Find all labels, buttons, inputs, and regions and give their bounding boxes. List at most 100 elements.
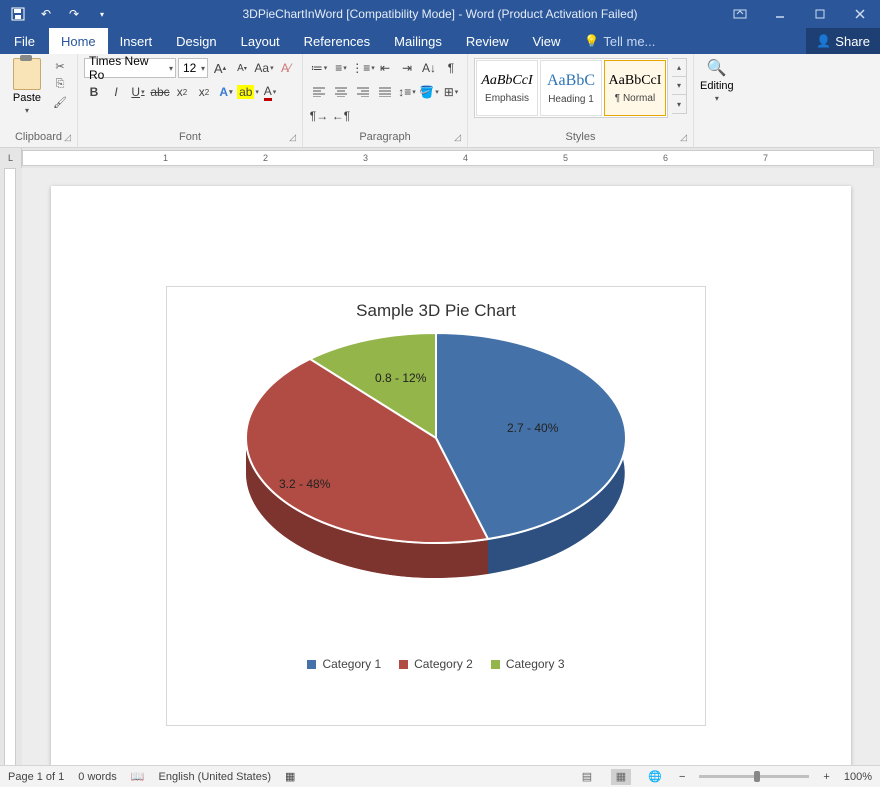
legend-swatch-icon — [399, 660, 408, 669]
tab-references[interactable]: References — [292, 28, 382, 54]
ltr-icon[interactable]: ¶→ — [309, 106, 329, 126]
align-left-icon[interactable] — [309, 82, 329, 102]
text-effects-icon[interactable]: A▾ — [216, 82, 236, 102]
shading-icon[interactable]: 🪣▾ — [419, 82, 439, 102]
tab-file[interactable]: File — [0, 28, 49, 54]
read-mode-icon[interactable]: ▤ — [577, 769, 597, 785]
numbering-icon[interactable]: ≡▾ — [331, 58, 351, 78]
chart-title: Sample 3D Pie Chart — [167, 287, 705, 329]
editing-button[interactable]: 🔍 Editing ▾ — [700, 58, 734, 103]
change-case-icon[interactable]: Aa▾ — [254, 58, 274, 78]
clipboard-launcher-icon[interactable]: ◿ — [64, 132, 71, 143]
grow-font-icon[interactable]: A▴ — [210, 58, 230, 78]
tab-design[interactable]: Design — [164, 28, 228, 54]
clear-formatting-icon[interactable]: A⁄ — [276, 58, 296, 78]
group-editing: 🔍 Editing ▾ — [694, 54, 740, 147]
status-page[interactable]: Page 1 of 1 — [8, 771, 64, 783]
font-launcher-icon[interactable]: ◿ — [289, 132, 296, 143]
rtl-icon[interactable]: ←¶ — [331, 106, 351, 126]
status-words[interactable]: 0 words — [78, 771, 117, 783]
ribbon-tabs: File Home Insert Design Layout Reference… — [0, 28, 880, 54]
document-page: Sample 3D Pie Chart — [51, 186, 851, 770]
save-icon[interactable] — [6, 2, 30, 26]
editing-label: Editing — [700, 80, 734, 92]
styles-down-icon[interactable]: ▾ — [672, 77, 686, 95]
tab-insert[interactable]: Insert — [108, 28, 165, 54]
title-bar: ↶ ↷ ▾ 3DPieChartInWord [Compatibility Mo… — [0, 0, 880, 28]
shrink-font-icon[interactable]: A▾ — [232, 58, 252, 78]
ribbon-options-icon[interactable] — [720, 2, 760, 26]
chart-object[interactable]: Sample 3D Pie Chart — [166, 286, 706, 726]
line-spacing-icon[interactable]: ↕≡▾ — [397, 82, 417, 102]
tab-view[interactable]: View — [520, 28, 572, 54]
align-right-icon[interactable] — [353, 82, 373, 102]
underline-icon[interactable]: U▾ — [128, 82, 148, 102]
style-emphasis[interactable]: AaBbCcI Emphasis — [476, 60, 538, 116]
maximize-icon[interactable] — [800, 2, 840, 26]
font-name-combobox[interactable]: Times New Ro▾ — [84, 58, 176, 78]
sort-icon[interactable]: A↓ — [419, 58, 439, 78]
subscript-icon[interactable]: x2 — [172, 82, 192, 102]
copy-icon[interactable]: ⎘ — [52, 76, 68, 92]
undo-icon[interactable]: ↶ — [34, 2, 58, 26]
show-marks-icon[interactable]: ¶ — [441, 58, 461, 78]
ribbon: Paste ▾ ✂ ⎘ 🖌 Clipboard◿ Times New Ro▾ 1… — [0, 54, 880, 148]
qat-dropdown-icon[interactable]: ▾ — [90, 2, 114, 26]
legend-item-2: Category 2 — [399, 657, 473, 671]
cut-icon[interactable]: ✂ — [52, 58, 68, 74]
zoom-in-icon[interactable]: + — [823, 771, 829, 783]
font-size-combobox[interactable]: 12▾ — [178, 58, 208, 78]
share-icon: 👤 — [816, 34, 831, 48]
paste-button[interactable]: Paste ▾ — [6, 58, 48, 115]
decrease-indent-icon[interactable]: ⇤ — [375, 58, 395, 78]
zoom-out-icon[interactable]: − — [679, 771, 685, 783]
document-canvas[interactable]: Sample 3D Pie Chart — [22, 168, 880, 770]
quick-access-toolbar: ↶ ↷ ▾ — [0, 2, 120, 26]
redo-icon[interactable]: ↷ — [62, 2, 86, 26]
superscript-icon[interactable]: x2 — [194, 82, 214, 102]
share-button[interactable]: 👤 Share — [806, 28, 880, 54]
legend-item-3: Category 3 — [491, 657, 565, 671]
format-painter-icon[interactable]: 🖌 — [52, 94, 68, 110]
zoom-level[interactable]: 100% — [844, 771, 872, 783]
styles-launcher-icon[interactable]: ◿ — [680, 132, 687, 143]
data-label-cat1: 2.7 - 40% — [507, 421, 558, 435]
tell-me-search[interactable]: 💡 Tell me... — [572, 28, 667, 54]
multilevel-list-icon[interactable]: ⋮≡▾ — [353, 58, 373, 78]
styles-more-icon[interactable]: ▾ — [672, 95, 686, 113]
proofing-icon[interactable]: 📖 — [131, 770, 145, 783]
style-normal[interactable]: AaBbCcI ¶ Normal — [604, 60, 666, 116]
justify-icon[interactable] — [375, 82, 395, 102]
macro-icon[interactable]: ▦ — [285, 770, 295, 783]
align-center-icon[interactable] — [331, 82, 351, 102]
data-label-cat2: 3.2 - 48% — [279, 477, 330, 491]
tab-layout[interactable]: Layout — [229, 28, 292, 54]
ruler-tab-selector[interactable]: L — [0, 148, 22, 168]
group-paragraph: ≔▾ ≡▾ ⋮≡▾ ⇤ ⇥ A↓ ¶ — [303, 54, 468, 147]
highlight-icon[interactable]: ab▾ — [238, 82, 258, 102]
web-layout-icon[interactable]: 🌐 — [645, 769, 665, 785]
increase-indent-icon[interactable]: ⇥ — [397, 58, 417, 78]
status-language[interactable]: English (United States) — [159, 771, 272, 783]
paste-label: Paste — [13, 92, 41, 104]
tab-home[interactable]: Home — [49, 28, 108, 54]
window-title: 3DPieChartInWord [Compatibility Mode] - … — [242, 7, 637, 21]
styles-gallery: AaBbCcI Emphasis AaBbC Heading 1 AaBbCcI… — [474, 58, 668, 118]
print-layout-icon[interactable]: ▦ — [611, 769, 631, 785]
strikethrough-icon[interactable]: abc — [150, 82, 170, 102]
minimize-icon[interactable] — [760, 2, 800, 26]
font-color-icon[interactable]: A▾ — [260, 82, 280, 102]
borders-icon[interactable]: ⊞▾ — [441, 82, 461, 102]
zoom-slider[interactable] — [699, 775, 809, 778]
styles-up-icon[interactable]: ▴ — [672, 59, 686, 77]
paragraph-launcher-icon[interactable]: ◿ — [454, 132, 461, 143]
tab-review[interactable]: Review — [454, 28, 521, 54]
italic-icon[interactable]: I — [106, 82, 126, 102]
bullets-icon[interactable]: ≔▾ — [309, 58, 329, 78]
style-heading1[interactable]: AaBbC Heading 1 — [540, 60, 602, 116]
bold-icon[interactable]: B — [84, 82, 104, 102]
tab-mailings[interactable]: Mailings — [382, 28, 454, 54]
ruler-vertical[interactable] — [0, 168, 22, 770]
close-icon[interactable] — [840, 2, 880, 26]
data-label-cat3: 0.8 - 12% — [375, 371, 426, 385]
